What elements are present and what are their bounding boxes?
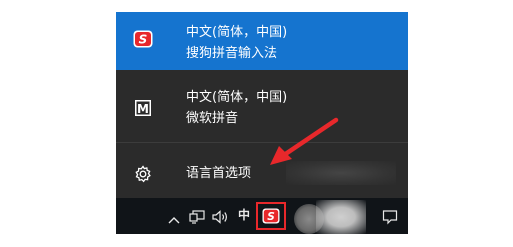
svg-text:S: S (267, 211, 275, 223)
language-switcher-menu: S 中文(简体，中国) 搜狗拼音输入法 M 中文(简体，中国) 微软拼音 语言首… (116, 12, 408, 198)
menu-item-language: 中文(简体，中国) (186, 25, 288, 40)
input-mode-indicator[interactable]: 中 (238, 208, 250, 222)
menu-divider (116, 142, 408, 143)
volume-icon[interactable] (212, 209, 230, 228)
sogou-icon: S (133, 29, 153, 49)
blurred-region (286, 161, 396, 185)
sogou-tray-icon[interactable]: S (256, 202, 286, 230)
language-preferences-link[interactable]: 语言首选项 (116, 149, 408, 197)
svg-text:M: M (137, 102, 149, 116)
taskbar-tray: 中 S (116, 198, 408, 234)
notification-icon[interactable] (382, 209, 398, 229)
network-icon[interactable] (189, 209, 205, 228)
preferences-label: 语言首选项 (186, 166, 252, 181)
blurred-region (316, 200, 366, 234)
menu-item-language: 中文(简体，中国) (186, 90, 288, 105)
menu-item-sogou-pinyin[interactable]: S 中文(简体，中国) 搜狗拼音输入法 (116, 12, 408, 70)
menu-item-ime-name: 搜狗拼音输入法 (186, 46, 278, 61)
chevron-up-icon[interactable] (168, 210, 180, 229)
microsoft-ime-icon: M (133, 98, 153, 118)
svg-text:S: S (139, 33, 148, 47)
menu-item-microsoft-pinyin[interactable]: M 中文(简体，中国) 微软拼音 (116, 76, 408, 138)
menu-item-ime-name: 微软拼音 (186, 111, 239, 126)
gear-icon (133, 164, 153, 184)
